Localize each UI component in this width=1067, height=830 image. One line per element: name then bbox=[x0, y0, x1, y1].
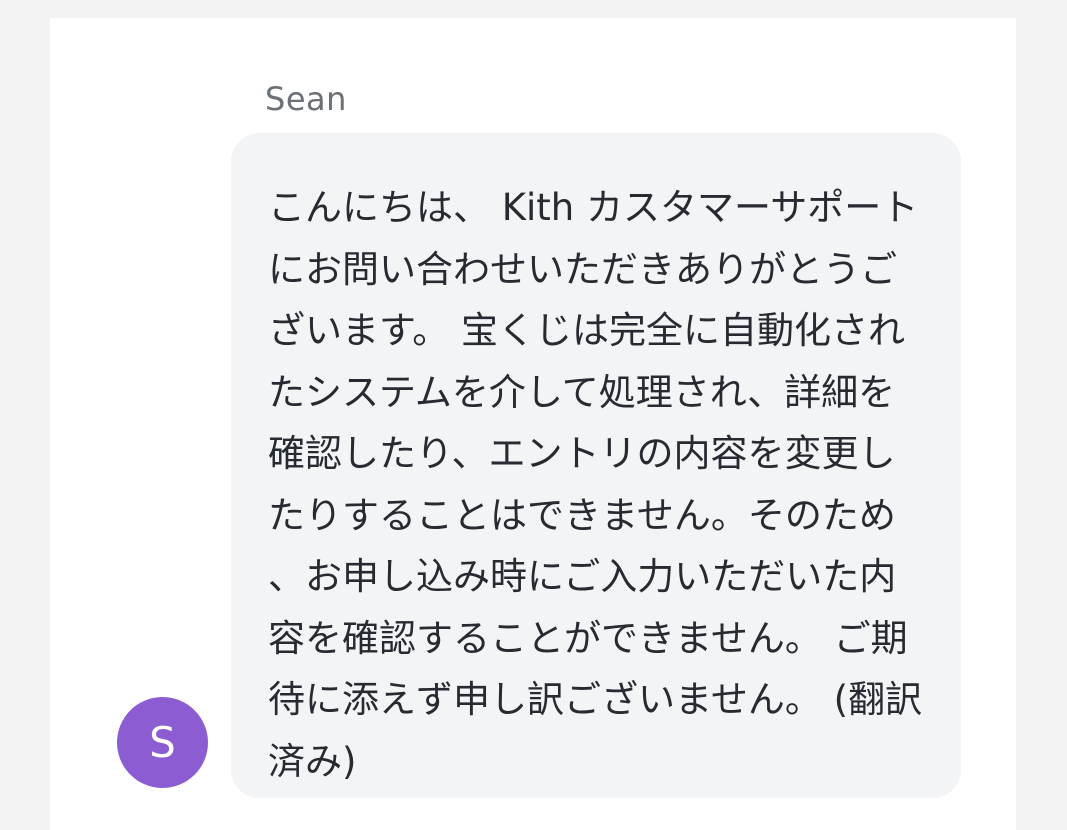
message-bubble: こんにちは、 Kith カスタマーサポートにお問い合わせいただきありがとうござい… bbox=[231, 133, 961, 798]
avatar[interactable]: S bbox=[117, 697, 208, 788]
sender-name: Sean bbox=[265, 80, 347, 118]
message-text: こんにちは、 Kith カスタマーサポートにお問い合わせいただきありがとうござい… bbox=[268, 186, 923, 783]
